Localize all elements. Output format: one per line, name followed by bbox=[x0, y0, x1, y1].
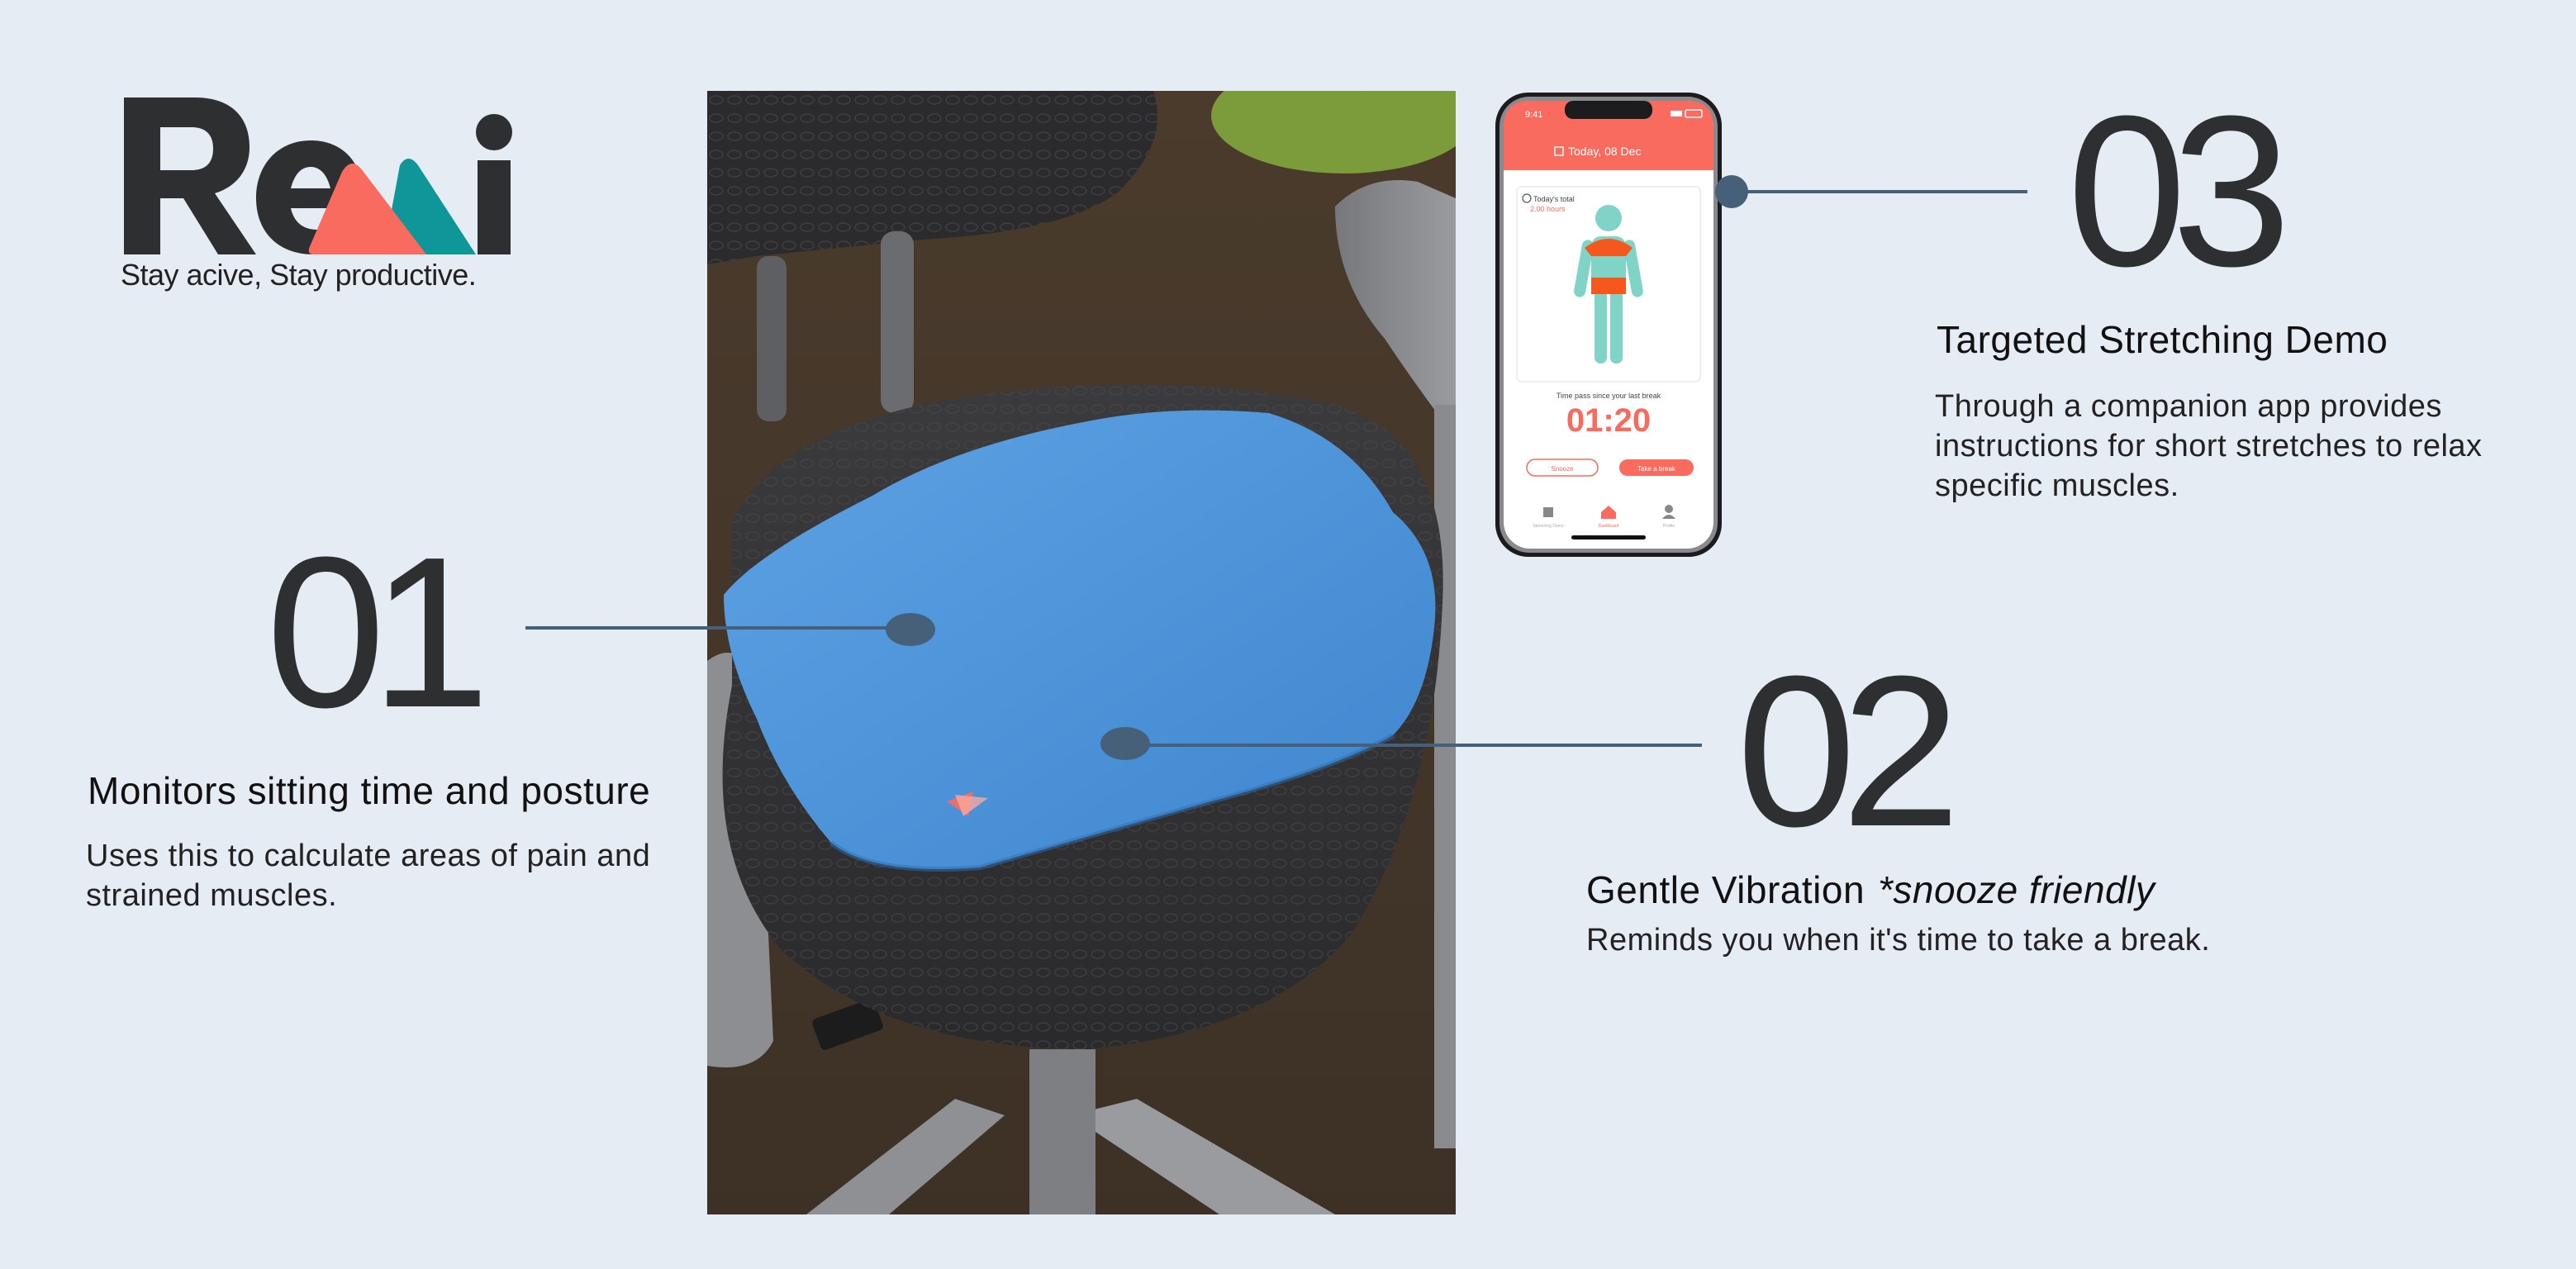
svg-text:Dashboard: Dashboard bbox=[1599, 524, 1619, 529]
phone-today-total-value: 2.00 hours bbox=[1530, 205, 1566, 213]
feature-number-03: 03 bbox=[2067, 72, 2291, 311]
phone-mockup: 9:41 Today, 08 Dec Today's total 2.00 ho… bbox=[1495, 93, 1722, 557]
feature-description-03: Through a companion app provides instruc… bbox=[1935, 389, 2483, 503]
feature-description-02: Reminds you when it's time to take a bre… bbox=[1586, 923, 2211, 958]
svg-text:Stretching Demo: Stretching Demo bbox=[1533, 524, 1563, 529]
nav-profile-icon bbox=[1665, 505, 1673, 513]
phone-status-time: 9:41 bbox=[1525, 110, 1542, 120]
logo-tagline: Stay acive, Stay productive. bbox=[121, 258, 477, 292]
phone-timer: 01:20 bbox=[1566, 402, 1651, 439]
phone-snooze-button[interactable]: Snooze bbox=[1551, 465, 1574, 473]
feature-title-01: Monitors sitting time and posture bbox=[88, 769, 651, 812]
phone-since-break-label: Time pass since your last break bbox=[1557, 392, 1661, 400]
feature-description-01: Uses this to calculate areas of pain and… bbox=[86, 839, 651, 913]
feature-title-02: Gentle Vibration *snooze friendly bbox=[1586, 867, 2155, 912]
svg-text:Profile: Profile bbox=[1663, 524, 1675, 529]
feature-number-01: 01 bbox=[266, 513, 490, 753]
product-photo bbox=[707, 91, 1456, 1214]
feature-number-02: 02 bbox=[1737, 632, 1961, 872]
nav-stretching-icon bbox=[1543, 507, 1553, 517]
feature-title-02-note: *snooze friendly bbox=[1878, 868, 2155, 911]
feature-title-03: Targeted Stretching Demo bbox=[1937, 318, 2388, 361]
phone-date: Today, 08 Dec bbox=[1568, 145, 1641, 158]
phone-take-break-button[interactable]: Take a break bbox=[1637, 465, 1676, 473]
feature-title-02-text: Gentle Vibration bbox=[1586, 868, 1865, 911]
phone-today-total-label: Today's total bbox=[1533, 195, 1575, 203]
